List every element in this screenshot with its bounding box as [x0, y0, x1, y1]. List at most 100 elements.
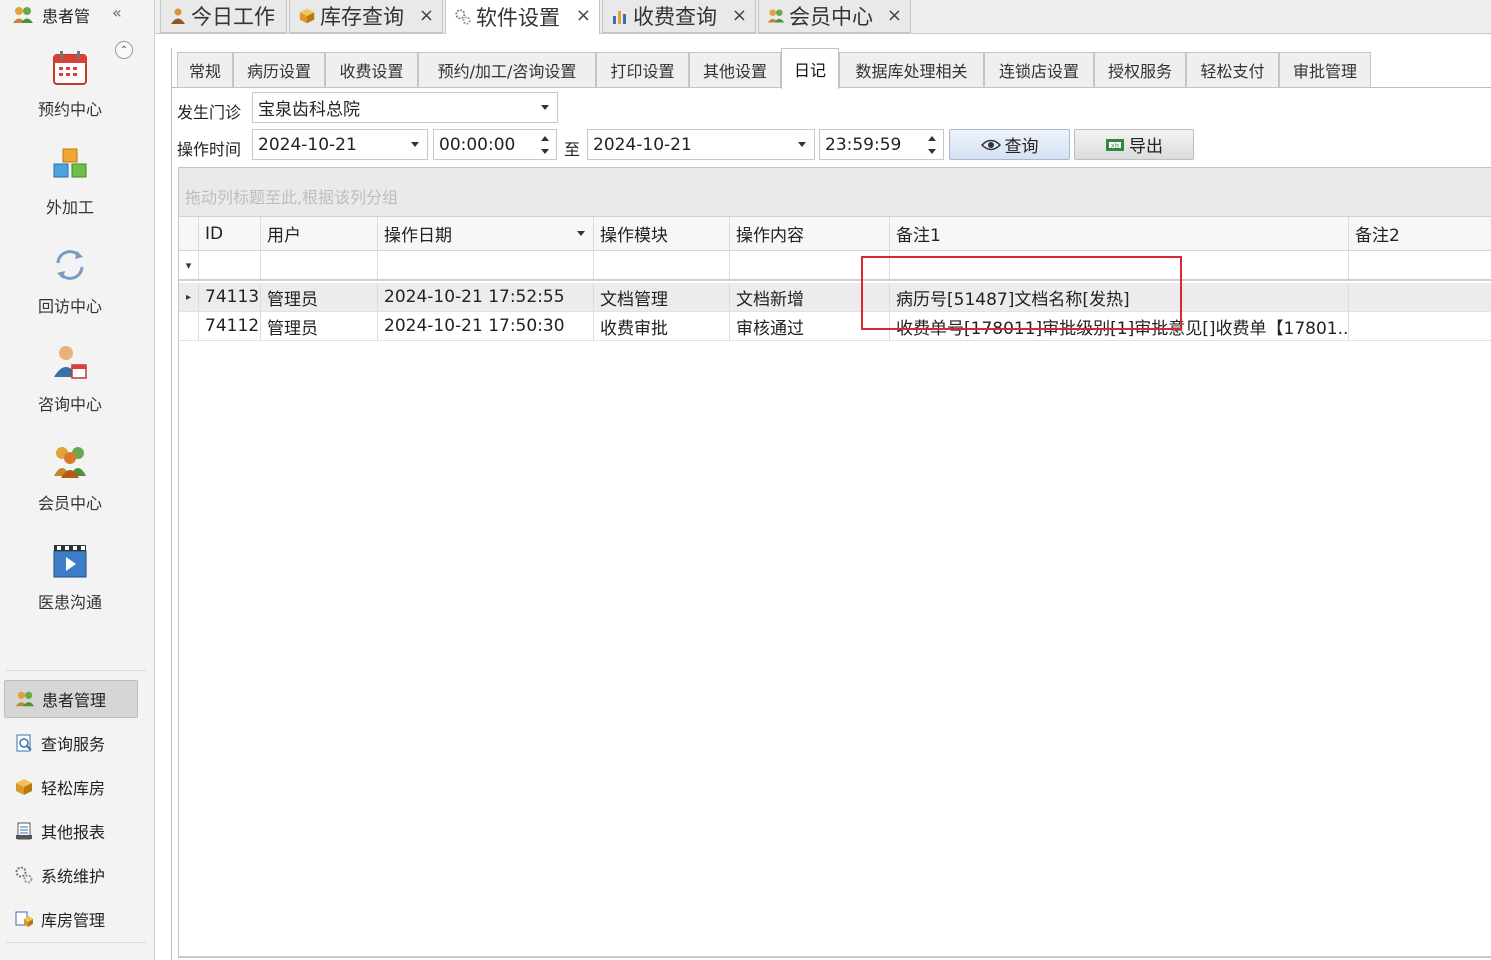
query-button[interactable]: 查询: [949, 129, 1070, 160]
export-button[interactable]: xls 导出: [1074, 129, 1194, 160]
sidebar-divider: [6, 942, 146, 943]
excel-icon: xls: [1106, 138, 1124, 151]
tab-general[interactable]: 常规: [177, 52, 233, 88]
sidebar-item-label: 预约中心: [37, 100, 102, 119]
tab-software-settings[interactable]: 软件设置 ×: [445, 0, 600, 34]
collapse-sidebar-button[interactable]: «: [112, 3, 122, 22]
group-hint: 拖动列标题至此,根据该列分组: [185, 188, 399, 207]
sidebar-item-label: 库房管理: [41, 911, 106, 930]
spin-down-icon[interactable]: [541, 149, 549, 154]
close-icon[interactable]: ×: [419, 5, 434, 26]
tab-print-settings[interactable]: 打印设置: [596, 52, 689, 88]
filter-cell-content[interactable]: [730, 251, 890, 279]
tab-database[interactable]: 数据库处理相关: [839, 52, 984, 88]
sidebar-item-query-service[interactable]: 查询服务: [4, 724, 138, 762]
grid-filter-row: ▾: [179, 251, 1491, 281]
column-header-user[interactable]: 用户: [261, 217, 378, 250]
table-row[interactable]: 74112 管理员 2024-10-21 17:50:30 收费审批 审核通过 …: [179, 312, 1491, 341]
row-indicator-cell: [179, 312, 199, 340]
cell-id[interactable]: 74113: [199, 283, 261, 311]
cell-id[interactable]: 74112: [199, 312, 261, 340]
worker-icon: [171, 8, 185, 24]
tab-authorization[interactable]: 授权服务: [1094, 52, 1186, 88]
sidebar-header-title: 患者管: [42, 7, 91, 26]
cell-remark1[interactable]: 收费单号[178011]审批级别[1]审批意见[]收费单【17801...: [890, 312, 1349, 340]
grid-bottom-border: [179, 956, 1491, 957]
clinic-select[interactable]: 宝泉齿科总院: [252, 92, 558, 123]
spin-up-icon[interactable]: [928, 136, 936, 141]
column-header-date[interactable]: 操作日期: [378, 217, 594, 250]
export-button-label: 导出: [1129, 137, 1163, 157]
tab-charge-settings[interactable]: 收费设置: [325, 52, 418, 88]
close-icon[interactable]: ×: [576, 5, 591, 26]
cell-remark1[interactable]: 病历号[51487]文档名称[发热]: [890, 283, 1349, 311]
sidebar-item-outsourcing[interactable]: 外加工: [0, 146, 140, 218]
close-icon[interactable]: ×: [887, 5, 902, 26]
sidebar-item-patient-management[interactable]: 患者管理: [4, 680, 138, 718]
filter-cell-module[interactable]: [594, 251, 730, 279]
sidebar-item-communication[interactable]: 医患沟通: [0, 541, 140, 613]
sidebar-item-label: 咨询中心: [37, 395, 102, 414]
filter-cell-date[interactable]: [378, 251, 594, 279]
date-to-picker[interactable]: 2024-10-21: [587, 129, 815, 160]
filter-cell-remark2[interactable]: [1349, 251, 1491, 279]
tab-appointment-settings[interactable]: 预约/加工/咨询设置: [418, 52, 596, 88]
tab-today-work[interactable]: 今日工作: [160, 0, 287, 33]
sidebar-item-label: 患者管理: [42, 691, 107, 710]
tab-label: 库存查询: [320, 5, 404, 29]
cell-date[interactable]: 2024-10-21 17:50:30: [378, 312, 594, 340]
sidebar-item-members[interactable]: 会员中心: [0, 442, 140, 514]
table-row[interactable]: ▸ 74113 管理员 2024-10-21 17:52:55 文档管理 文档新…: [179, 283, 1491, 312]
cell-module[interactable]: 收费审批: [594, 312, 730, 340]
sidebar-item-label: 外加工: [45, 198, 94, 217]
settings-panel: 常规 病历设置 收费设置 预约/加工/咨询设置 打印设置 其他设置 日记 数据库…: [171, 48, 1491, 960]
cell-remark2[interactable]: [1349, 312, 1491, 340]
sidebar-item-consulting[interactable]: 咨询中心: [0, 343, 140, 415]
cell-remark2[interactable]: [1349, 283, 1491, 311]
tab-member-center[interactable]: 会员中心 ×: [758, 0, 911, 33]
eye-icon: [980, 139, 1001, 150]
tab-inventory-query[interactable]: 库存查询 ×: [289, 0, 443, 33]
spin-down-icon[interactable]: [928, 149, 936, 154]
filter-cell-id[interactable]: [199, 251, 261, 279]
column-header-remark2[interactable]: 备注2: [1349, 217, 1491, 250]
sidebar-item-warehouse-management[interactable]: 库房管理: [4, 900, 138, 938]
cell-content[interactable]: 文档新增: [730, 283, 890, 311]
sidebar-item-followup[interactable]: 回访中心: [0, 245, 140, 317]
patients-icon: [13, 7, 33, 23]
sidebar-item-other-reports[interactable]: 其他报表: [4, 812, 138, 850]
tab-approval[interactable]: 审批管理: [1279, 52, 1371, 88]
tab-chain-store[interactable]: 连锁店设置: [984, 52, 1094, 88]
column-header-remark1[interactable]: 备注1: [890, 217, 1349, 250]
tab-other-settings[interactable]: 其他设置: [689, 52, 781, 88]
time-from-stepper[interactable]: 00:00:00: [433, 129, 557, 160]
tab-label: 今日工作: [191, 5, 275, 29]
sidebar-item-label: 会员中心: [37, 494, 102, 513]
filter-cell-remark1[interactable]: [890, 251, 1349, 279]
time-to-stepper[interactable]: 23:59:59: [819, 129, 944, 160]
sidebar-item-appointment[interactable]: 预约中心: [0, 48, 140, 120]
cell-user[interactable]: 管理员: [261, 312, 378, 340]
cell-module[interactable]: 文档管理: [594, 283, 730, 311]
cell-content[interactable]: 审核通过: [730, 312, 890, 340]
sidebar-item-system-maintenance[interactable]: 系统维护: [4, 856, 138, 894]
date-from-picker[interactable]: 2024-10-21: [252, 129, 428, 160]
sidebar-item-easy-warehouse[interactable]: 轻松库房: [4, 768, 138, 806]
spin-up-icon[interactable]: [541, 136, 549, 141]
tab-easy-pay[interactable]: 轻松支付: [1186, 52, 1279, 88]
cell-date[interactable]: 2024-10-21 17:52:55: [378, 283, 594, 311]
tab-charge-query[interactable]: 收费查询 ×: [602, 0, 756, 33]
column-header-id[interactable]: ID: [199, 217, 261, 250]
column-header-content[interactable]: 操作内容: [730, 217, 890, 250]
group-by-panel[interactable]: 拖动列标题至此,根据该列分组: [179, 168, 1491, 217]
filter-cell-user[interactable]: [261, 251, 378, 279]
clinic-value: 宝泉齿科总院: [258, 100, 360, 120]
cell-user[interactable]: 管理员: [261, 283, 378, 311]
column-header-module[interactable]: 操作模块: [594, 217, 730, 250]
tab-medical-record-settings[interactable]: 病历设置: [233, 52, 325, 88]
calendar-icon: [53, 51, 87, 85]
operation-time-label: 操作时间: [177, 140, 242, 159]
tab-diary[interactable]: 日记: [781, 48, 839, 89]
to-label: 至: [564, 140, 581, 159]
close-icon[interactable]: ×: [732, 5, 747, 26]
